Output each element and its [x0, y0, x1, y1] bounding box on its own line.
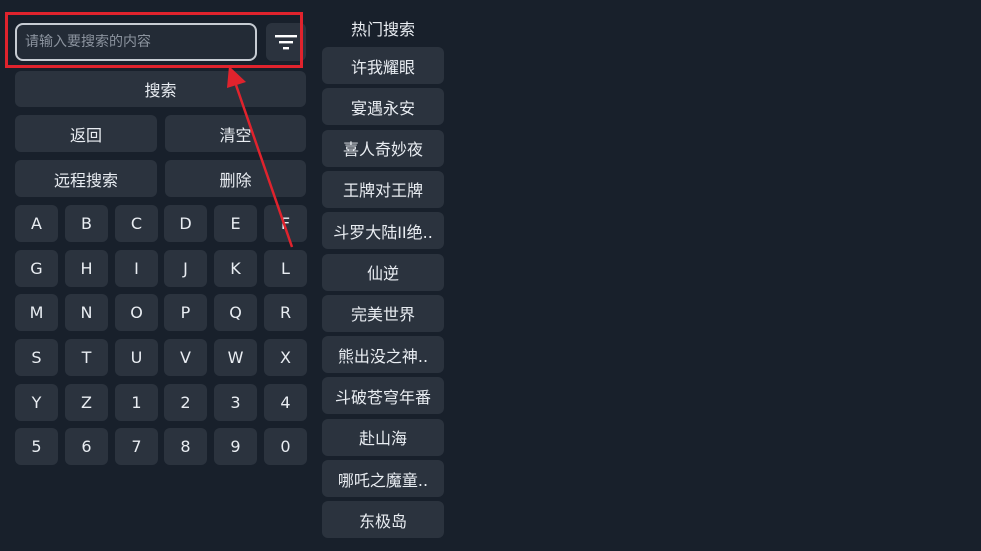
key-5[interactable]: 5 — [15, 428, 58, 465]
key-6[interactable]: 6 — [65, 428, 108, 465]
key-t[interactable]: T — [65, 339, 108, 376]
filter-icon — [275, 35, 297, 50]
hot-search-item[interactable]: 哪吒之魔童.. — [322, 460, 444, 497]
search-input[interactable] — [25, 34, 250, 50]
key-k[interactable]: K — [214, 250, 257, 287]
key-b[interactable]: B — [65, 205, 108, 242]
key-a[interactable]: A — [15, 205, 58, 242]
key-c[interactable]: C — [115, 205, 158, 242]
key-g[interactable]: G — [15, 250, 58, 287]
hot-search-item[interactable]: 宴遇永安 — [322, 88, 444, 126]
key-w[interactable]: W — [214, 339, 257, 376]
key-0[interactable]: 0 — [264, 428, 307, 465]
key-n[interactable]: N — [65, 294, 108, 331]
key-3[interactable]: 3 — [214, 384, 257, 421]
key-z[interactable]: Z — [65, 384, 108, 421]
search-button[interactable]: 搜索 — [15, 71, 306, 107]
key-d[interactable]: D — [164, 205, 207, 242]
key-i[interactable]: I — [115, 250, 158, 287]
hot-search-item[interactable]: 赴山海 — [322, 418, 444, 456]
key-u[interactable]: U — [115, 339, 158, 376]
key-p[interactable]: P — [164, 294, 207, 331]
key-8[interactable]: 8 — [164, 428, 207, 465]
key-l[interactable]: L — [264, 250, 307, 287]
key-q[interactable]: Q — [214, 294, 257, 331]
remote-search-button[interactable]: 远程搜索 — [15, 160, 157, 197]
hot-search-item[interactable]: 完美世界 — [322, 294, 444, 332]
key-o[interactable]: O — [115, 294, 158, 331]
hot-search-item[interactable]: 许我耀眼 — [322, 47, 444, 84]
key-x[interactable]: X — [264, 339, 307, 376]
hot-search-item[interactable]: 斗罗大陆II绝.. — [322, 212, 444, 250]
hot-search-item[interactable]: 熊出没之神.. — [322, 336, 444, 374]
hot-search-title: 热门搜索 — [350, 20, 415, 39]
key-e[interactable]: E — [214, 205, 257, 242]
key-9[interactable]: 9 — [214, 428, 257, 465]
key-r[interactable]: R — [264, 294, 307, 331]
search-box[interactable] — [15, 23, 257, 61]
key-j[interactable]: J — [164, 250, 207, 287]
key-y[interactable]: Y — [15, 384, 58, 421]
delete-button[interactable]: 删除 — [165, 160, 306, 197]
filter-button[interactable] — [266, 23, 306, 61]
clear-button[interactable]: 清空 — [165, 115, 306, 152]
key-7[interactable]: 7 — [115, 428, 158, 465]
key-f[interactable]: F — [264, 205, 307, 242]
key-2[interactable]: 2 — [164, 384, 207, 421]
hot-search-item[interactable]: 东极岛 — [322, 501, 444, 539]
hot-search-item[interactable]: 仙逆 — [322, 253, 444, 291]
hot-search-item[interactable]: 喜人奇妙夜 — [322, 129, 444, 167]
hot-search-item[interactable]: 王牌对王牌 — [322, 170, 444, 208]
hot-search-item[interactable]: 斗破苍穹年番 — [322, 377, 444, 415]
key-h[interactable]: H — [65, 250, 108, 287]
back-button[interactable]: 返回 — [15, 115, 157, 152]
key-4[interactable]: 4 — [264, 384, 307, 421]
key-1[interactable]: 1 — [115, 384, 158, 421]
key-v[interactable]: V — [164, 339, 207, 376]
key-m[interactable]: M — [15, 294, 58, 331]
key-s[interactable]: S — [15, 339, 58, 376]
